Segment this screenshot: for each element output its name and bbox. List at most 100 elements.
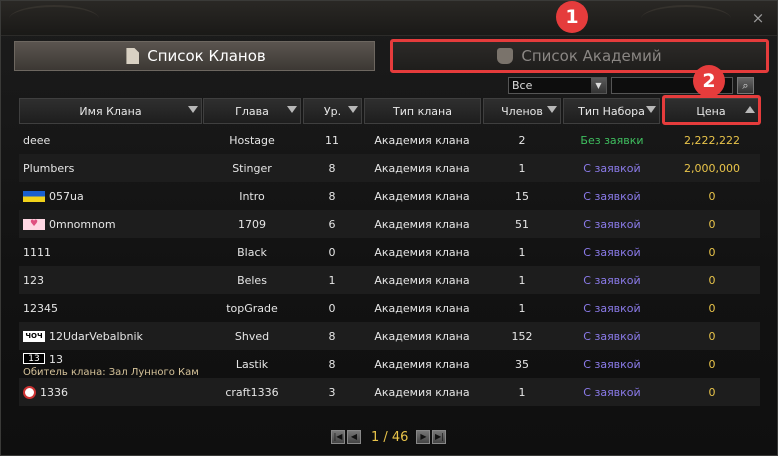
leader-cell: Hostage — [229, 133, 275, 147]
leader-cell: Stinger — [232, 161, 272, 175]
pagination: |◀ ◀ 1 / 46 ▶ ▶| — [331, 429, 448, 445]
clan-emblem-icon: ЧОЧ — [23, 330, 45, 342]
members-cell: 51 — [515, 217, 529, 231]
clan-name-cell: 1111 — [23, 238, 203, 266]
clan-name: 1336 — [40, 385, 68, 399]
price-cell: 0 — [708, 217, 716, 231]
level-cell: 8 — [328, 161, 336, 175]
price-cell: 0 — [708, 189, 716, 203]
level-cell: 11 — [325, 133, 339, 147]
level-cell: 8 — [328, 357, 336, 371]
close-icon[interactable]: × — [749, 9, 767, 27]
level-cell: 8 — [328, 329, 336, 343]
tab-clan-list-label: Список Кланов — [147, 47, 266, 65]
table-row[interactable]: 1111 Black 0 Академия клана 1 С заявкой … — [19, 238, 760, 266]
table-row[interactable]: 057ua Intro 8 Академия клана 15 С заявко… — [19, 182, 760, 210]
first-page-icon[interactable]: |◀ — [331, 430, 345, 444]
members-cell: 15 — [515, 189, 529, 203]
search-icon[interactable]: ⌕ — [737, 77, 754, 94]
members-cell: 1 — [518, 301, 526, 315]
members-cell: 2 — [518, 133, 526, 147]
level-cell: 0 — [328, 301, 336, 315]
last-page-icon[interactable]: ▶| — [432, 430, 447, 444]
recruit-type-cell: С заявкой — [583, 329, 641, 343]
sort-down-icon — [188, 106, 198, 113]
prev-page-icon[interactable]: ◀ — [347, 430, 361, 444]
recruit-type-cell: С заявкой — [583, 357, 641, 371]
price-cell: 0 — [708, 273, 716, 287]
table-row[interactable]: 12345 topGrade 0 Академия клана 1 С заяв… — [19, 294, 760, 322]
level-cell: 6 — [328, 217, 336, 231]
header-leader[interactable]: Глава — [203, 98, 301, 124]
level-cell: 3 — [328, 385, 336, 399]
header-clan-name[interactable]: Имя Клана — [19, 98, 202, 124]
recruit-type-cell: С заявкой — [583, 189, 641, 203]
price-cell: 0 — [708, 385, 716, 399]
sort-down-icon — [348, 106, 358, 113]
ornament-right — [641, 5, 731, 33]
leader-cell: 1709 — [238, 217, 266, 231]
recruit-type-cell: С заявкой — [583, 245, 641, 259]
heart-emblem-icon: ♥ — [23, 218, 45, 230]
clan-name: 12345 — [23, 301, 58, 315]
clan-name-cell: 12345 — [23, 294, 203, 322]
leader-cell: topGrade — [226, 301, 278, 315]
price-cell: 0 — [708, 245, 716, 259]
header-members[interactable]: Членов — [483, 98, 561, 124]
header-clan-type[interactable]: Тип клана — [364, 98, 481, 124]
clan-name-cell: ЧОЧ 12UdarVebalbnik — [23, 322, 203, 350]
filter-select-value: Все — [512, 79, 533, 92]
header-level[interactable]: Ур. — [303, 98, 362, 124]
recruit-type-cell: С заявкой — [583, 301, 641, 315]
price-cell: 2,222,222 — [684, 133, 740, 147]
table-row[interactable]: Plumbers Stinger 8 Академия клана 1 С за… — [19, 154, 760, 182]
clan-type-cell: Академия клана — [374, 245, 470, 259]
table-row[interactable]: 1336 craft1336 3 Академия клана 1 С заяв… — [19, 378, 760, 406]
leader-cell: craft1336 — [225, 385, 279, 399]
clan-name: 0mnomnom — [49, 217, 116, 231]
scroll-icon — [126, 48, 140, 64]
title-bar[interactable]: × — [1, 1, 777, 36]
table-row[interactable]: ♥ 0mnomnom 1709 6 Академия клана 51 С зая… — [19, 210, 760, 238]
table-row[interactable]: 123 Beles 1 Академия клана 1 С заявкой 0 — [19, 266, 760, 294]
clan-hideout-text: Обитель клана: Зал Лунного Кам — [23, 367, 199, 378]
header-recruit-type[interactable]: Тип Набора — [563, 98, 660, 124]
clan-name: deee — [23, 133, 51, 147]
clan-name: Plumbers — [23, 161, 75, 175]
clan-type-cell: Академия клана — [374, 329, 470, 343]
leader-cell: Intro — [239, 189, 265, 203]
recruit-type-cell: Без заявки — [580, 133, 644, 147]
sort-down-icon — [547, 106, 557, 113]
clan-name: 13 — [49, 353, 63, 366]
members-cell: 1 — [518, 273, 526, 287]
page-indicator: 1 / 46 — [371, 429, 409, 445]
table-row[interactable]: 13 13 Обитель клана: Зал Лунного Кам Last… — [19, 350, 760, 378]
clan-emblem-icon — [23, 190, 45, 202]
header-level-label: Ур. — [323, 104, 342, 118]
members-cell: 1 — [518, 385, 526, 399]
recruit-type-cell: С заявкой — [583, 385, 641, 399]
clan-name-cell: ♥ 0mnomnom — [23, 210, 203, 238]
level-cell: 8 — [328, 189, 336, 203]
members-cell: 152 — [511, 329, 533, 343]
level-cell: 1 — [328, 273, 336, 287]
chevron-down-icon: ▼ — [591, 78, 606, 93]
clan-name-cell: 1336 — [23, 378, 203, 406]
table-row[interactable]: deee Hostage 11 Академия клана 2 Без зая… — [19, 126, 760, 154]
clan-name-cell: 123 — [23, 266, 203, 294]
members-cell: 35 — [515, 357, 529, 371]
leader-cell: Shved — [234, 329, 270, 343]
clan-name-cell: deee — [23, 126, 203, 154]
next-page-icon[interactable]: ▶ — [416, 430, 431, 444]
leader-cell: Beles — [237, 273, 267, 287]
header-recruit-type-label: Тип Набора — [578, 104, 645, 118]
table-row[interactable]: ЧОЧ 12UdarVebalbnik Shved 8 Академия клан… — [19, 322, 760, 350]
price-header-highlight — [662, 95, 761, 125]
price-cell: 0 — [708, 357, 716, 371]
header-clan-name-label: Имя Клана — [79, 104, 142, 118]
tab-clan-list[interactable]: Список Кланов — [14, 41, 375, 71]
filter-select[interactable]: Все ▼ — [508, 77, 607, 94]
header-clan-type-label: Тип клана — [393, 104, 452, 118]
clan-type-cell: Академия клана — [374, 189, 470, 203]
clan-name: 057ua — [49, 189, 84, 203]
